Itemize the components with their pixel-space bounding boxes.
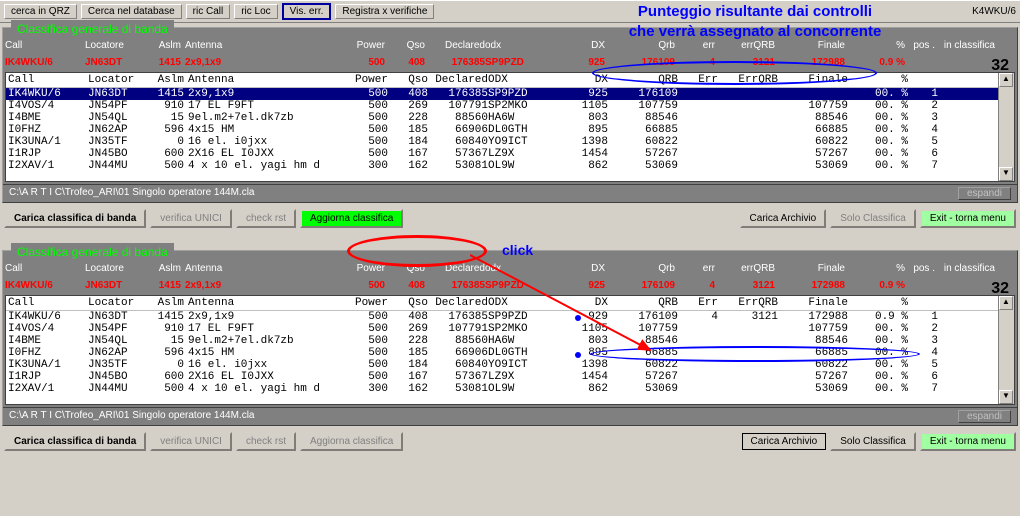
button-row-2: Carica classifica di banda verifica UNIC… [0, 428, 1020, 455]
ric-loc-button[interactable]: ric Loc [234, 4, 277, 19]
table-row[interactable]: I0FHZJN62AP5964x15 HM50018566906DL0GTH89… [6, 347, 1014, 359]
solo-classifica-button-1[interactable]: Solo Classifica [830, 209, 916, 228]
table-header-2: CallLocator AslmAntenna PowerQso Declare… [6, 296, 1014, 311]
blue-dot-2 [575, 352, 581, 358]
status-bar-2: C:\A R T I C\Trofeo_ARI\01 Singolo opera… [3, 407, 1017, 425]
table-row[interactable]: IK4WKU/6JN63DT14152x9,1x9500408176385SP9… [6, 88, 1014, 100]
solo-classifica-button-2[interactable]: Solo Classifica [830, 432, 916, 451]
table-row[interactable]: I1RJPJN45BO6002X16 EL I0JXX50016757367LZ… [6, 148, 1014, 160]
table-row[interactable]: I4VOS/4JN54PF91017 EL F9FT500269107791SP… [6, 323, 1014, 335]
exit-button-2[interactable]: Exit - torna menu [920, 432, 1016, 451]
scrollbar-1[interactable]: ▲ ▼ [998, 73, 1014, 181]
espandi-button-1[interactable]: espandi [958, 187, 1011, 200]
cerca-db-button[interactable]: Cerca nel database [81, 4, 182, 19]
table-row[interactable]: IK3UNA/1JN35TF016 el. i0jxx50018460840YO… [6, 136, 1014, 148]
scroll-up-icon[interactable]: ▲ [999, 296, 1013, 310]
scroll-down-icon[interactable]: ▼ [999, 167, 1013, 181]
table-header-1: CallLocator AslmAntenna PowerQso Declare… [6, 73, 1014, 88]
registra-button[interactable]: Registra x verifiche [335, 4, 434, 19]
cerca-qrz-button[interactable]: cerca in QRZ [4, 4, 77, 19]
summary-row-1: IK4WKU/6JN63DT 14152x9,1x9 500408 176385… [3, 55, 1017, 70]
table-row[interactable]: I4BMEJN54QL159el.m2+7el.dk7zb50022888560… [6, 335, 1014, 347]
table-row[interactable]: I0FHZJN62AP5964x15 HM50018566906DL0GTH89… [6, 124, 1014, 136]
panel-title-2: Classifica generale di banda [11, 243, 174, 261]
aggiorna-classifica-button-2[interactable]: Aggiorna classifica [300, 432, 403, 451]
status-path-1: C:\A R T I C\Trofeo_ARI\01 Singolo opera… [9, 187, 255, 200]
table-row[interactable]: I4BMEJN54QL159el.m2+7el.dk7zb50022888560… [6, 112, 1014, 124]
table-row[interactable]: I2XAV/1JN44MU5004 x 10 el. yagi hm d3001… [6, 160, 1014, 172]
exit-button-1[interactable]: Exit - torna menu [920, 209, 1016, 228]
table-row[interactable]: I2XAV/1JN44MU5004 x 10 el. yagi hm d3001… [6, 383, 1014, 395]
click-annotation: click [502, 242, 533, 258]
carica-classifica-button-1[interactable]: Carica classifica di banda [4, 209, 146, 228]
scrollbar-2[interactable]: ▲ ▼ [998, 296, 1014, 404]
aggiorna-classifica-button-1[interactable]: Aggiorna classifica [300, 209, 403, 228]
ric-call-button[interactable]: ric Call [186, 4, 231, 19]
panel-classifica-1: Classifica generale di banda CallLocator… [2, 27, 1018, 203]
carica-archivio-button-2[interactable]: Carica Archivio [742, 433, 827, 450]
scroll-down-icon[interactable]: ▼ [999, 390, 1013, 404]
table-row[interactable]: IK4WKU/6JN63DT14152x9,1x9500408176385SP9… [6, 311, 1014, 323]
table-row[interactable]: I4VOS/4JN54PF91017 EL F9FT500269107791SP… [6, 100, 1014, 112]
toolbar-right-text: K4WKU/6 [972, 6, 1016, 17]
panel-title-1: Classifica generale di banda [11, 20, 174, 38]
verifica-unici-button-1[interactable]: verifica UNICI [150, 209, 232, 228]
verifica-unici-button-2[interactable]: verifica UNICI [150, 432, 232, 451]
scroll-up-icon[interactable]: ▲ [999, 73, 1013, 87]
check-rst-button-1[interactable]: check rst [236, 209, 296, 228]
check-rst-button-2[interactable]: check rst [236, 432, 296, 451]
table-1: CallLocator AslmAntenna PowerQso Declare… [5, 72, 1015, 182]
panel-classifica-2: Classifica generale di banda CallLocator… [2, 250, 1018, 426]
status-bar-1: C:\A R T I C\Trofeo_ARI\01 Singolo opera… [3, 184, 1017, 202]
blue-dot-1 [575, 315, 581, 321]
carica-classifica-button-2[interactable]: Carica classifica di banda [4, 432, 146, 451]
annotation-text: Punteggio risultante dai controlliche ve… [565, 2, 945, 41]
carica-archivio-button-1[interactable]: Carica Archivio [740, 209, 827, 228]
column-headers-2: CallLocatore AslmAntenna PowerQso Declar… [3, 259, 1017, 278]
status-path-2: C:\A R T I C\Trofeo_ARI\01 Singolo opera… [9, 410, 255, 423]
table-2: CallLocator AslmAntenna PowerQso Declare… [5, 295, 1015, 405]
table-row[interactable]: I1RJPJN45BO6002X16 EL I0JXX50016757367LZ… [6, 371, 1014, 383]
summary-row-2: IK4WKU/6JN63DT 14152x9,1x9 500408 176385… [3, 278, 1017, 293]
button-row-1: Carica classifica di banda verifica UNIC… [0, 205, 1020, 232]
espandi-button-2[interactable]: espandi [958, 410, 1011, 423]
vis-err-button[interactable]: Vis. err. [282, 3, 332, 20]
table-row[interactable]: IK3UNA/1JN35TF016 el. i0jxx50018460840YO… [6, 359, 1014, 371]
